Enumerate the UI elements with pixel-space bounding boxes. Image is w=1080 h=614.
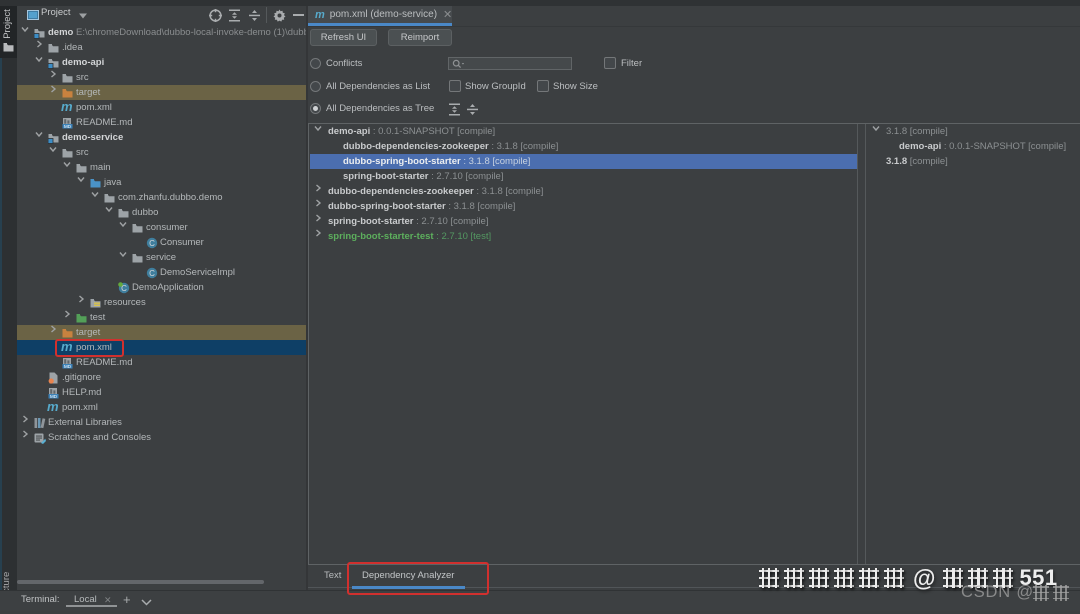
svg-text:C: C [149, 268, 155, 277]
svg-text:MD: MD [64, 363, 72, 368]
svg-text:C: C [149, 238, 155, 247]
svg-text:MD: MD [64, 123, 72, 128]
